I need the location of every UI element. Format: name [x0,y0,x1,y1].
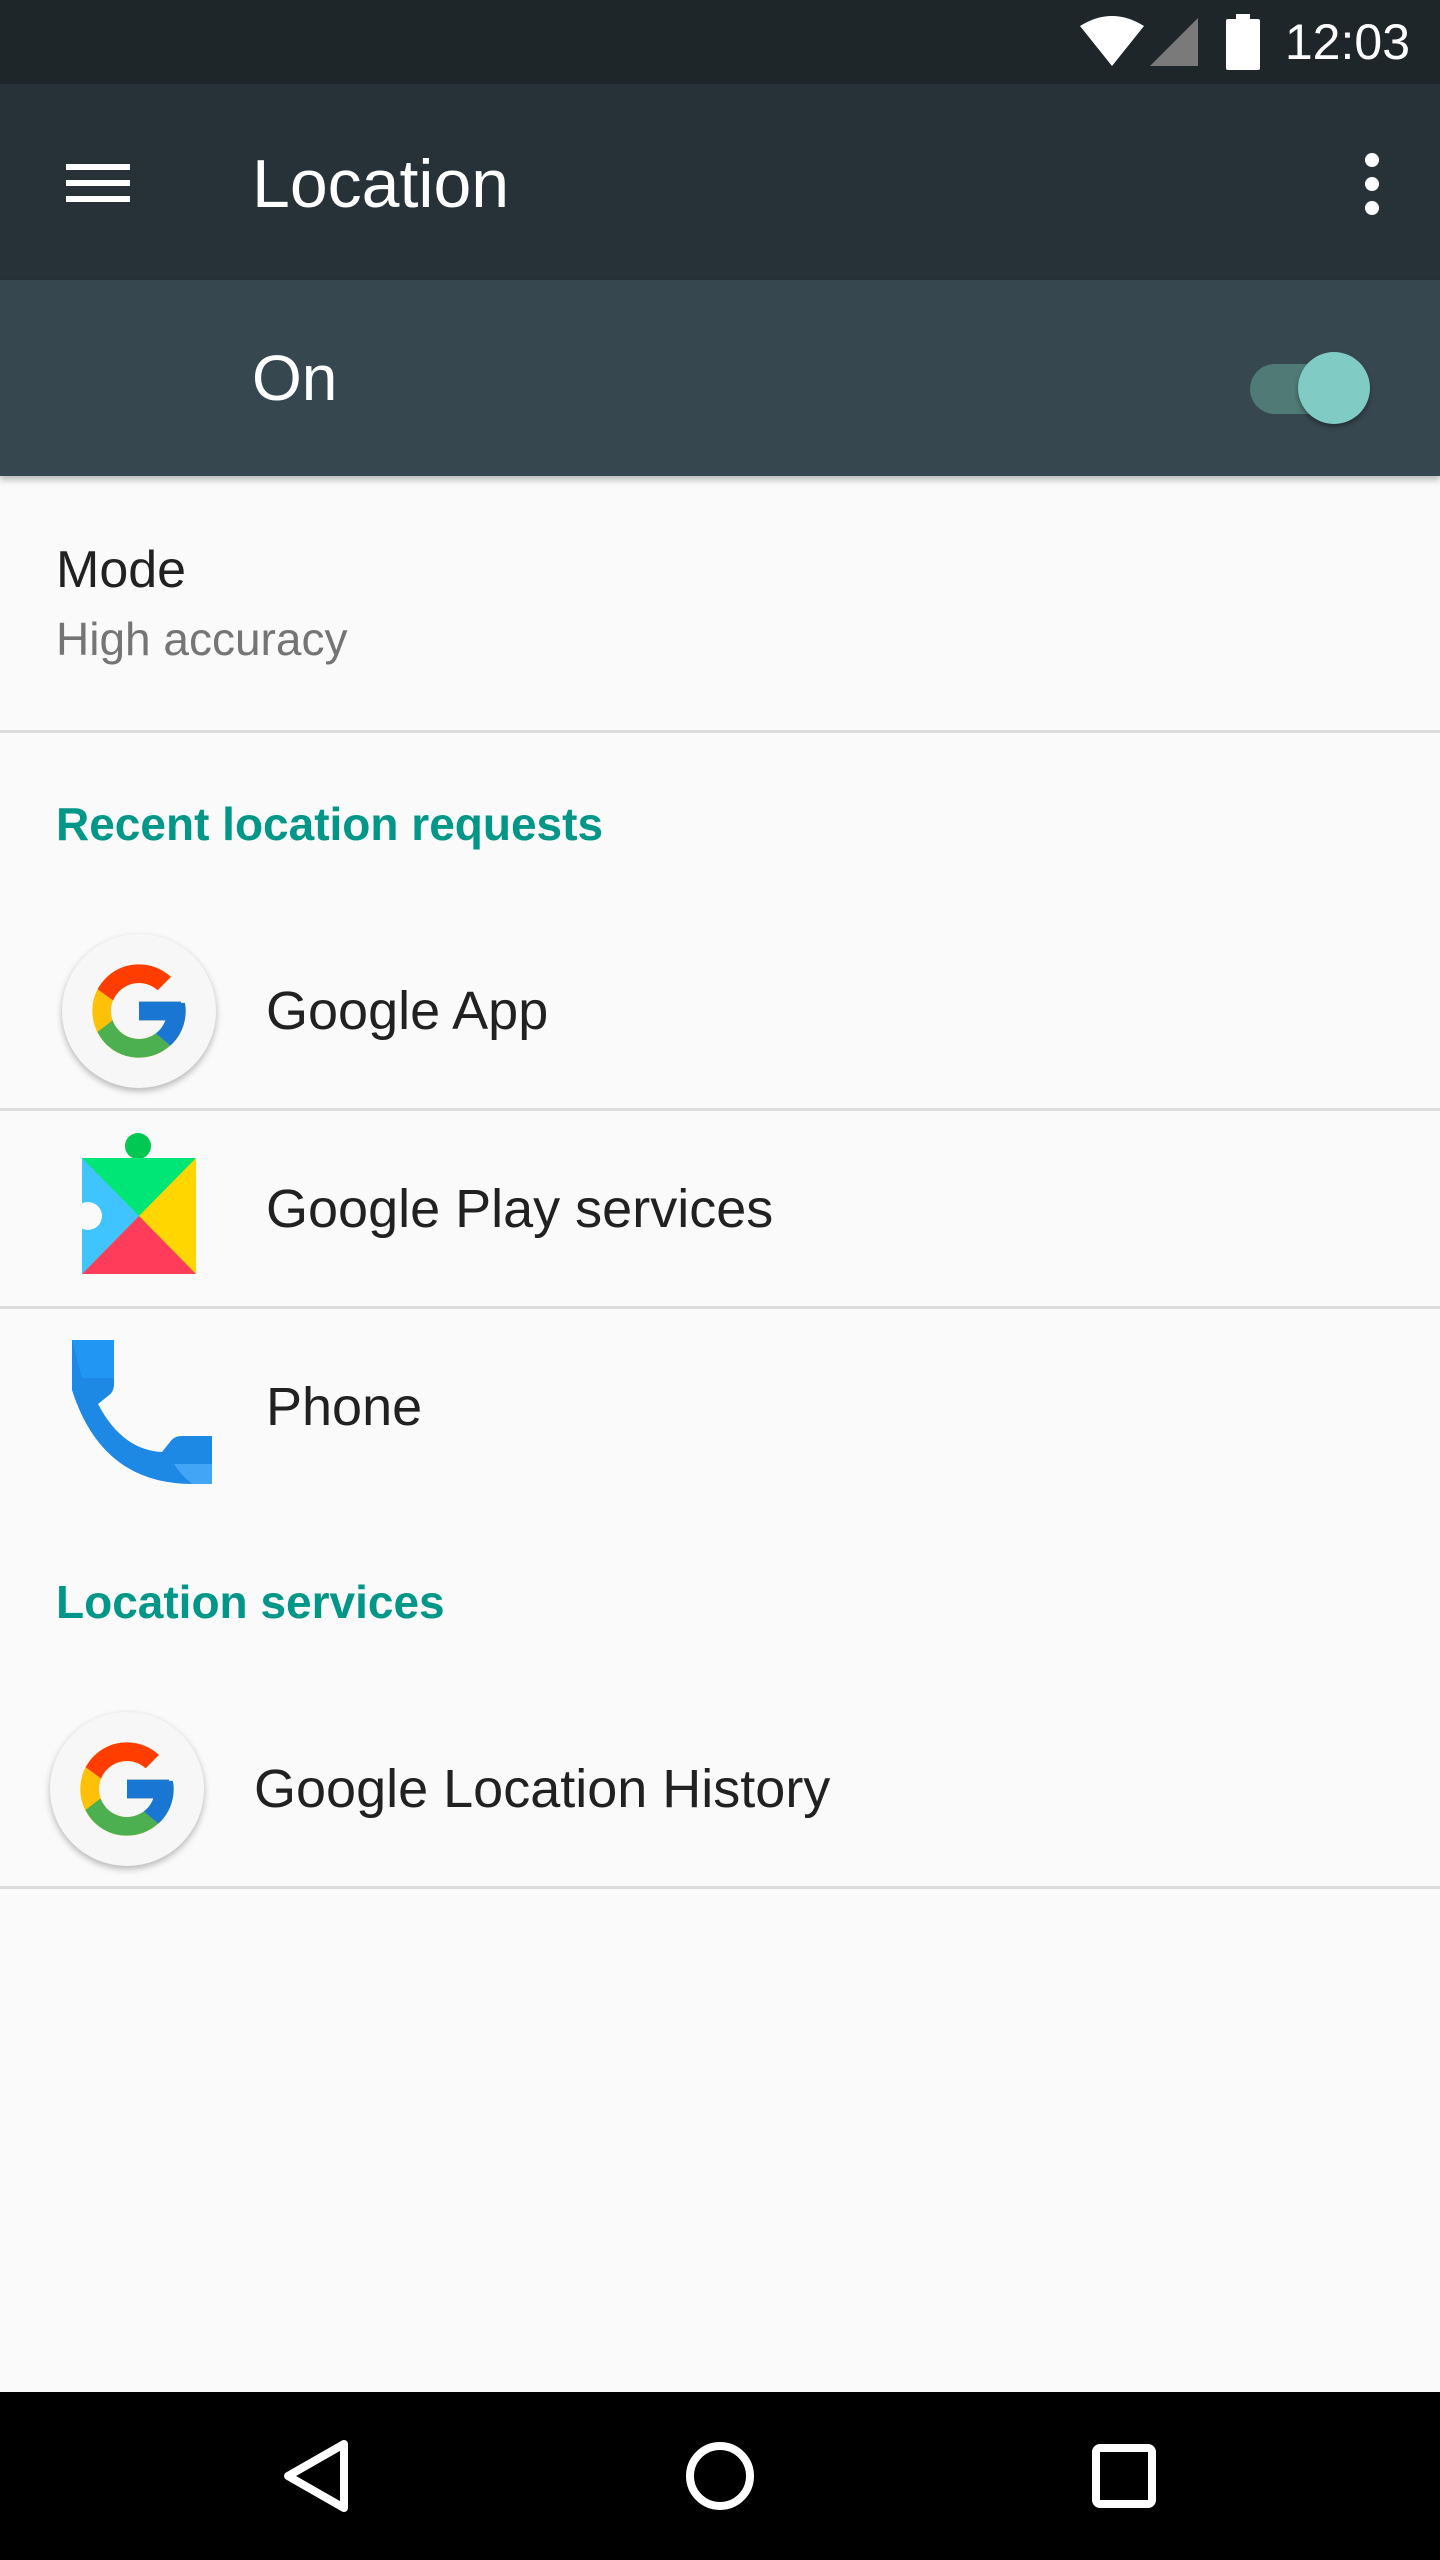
app-toolbar: Location [0,84,1440,280]
google-g-icon [50,1712,204,1866]
phone-icon [62,1334,218,1490]
google-g-icon [62,934,216,1088]
mode-setting-row[interactable]: Mode High accuracy [0,476,1440,732]
switch-thumb [1298,352,1370,424]
battery-icon [1226,14,1260,70]
status-bar: 12:03 [0,0,1440,84]
list-item-google-location-history[interactable]: Google Location History [0,1692,1440,1888]
page-title: Location [252,146,510,222]
app-label: Phone [266,1377,423,1437]
divider [0,1306,1440,1309]
wifi-icon [1080,16,1144,66]
divider [0,730,1440,733]
mode-title: Mode [56,541,187,599]
back-icon[interactable] [266,2426,366,2526]
location-master-switch-bar[interactable]: On [0,280,1440,476]
cell-signal-icon [1150,18,1198,66]
divider [0,1886,1440,1889]
app-label: Google Location History [254,1759,831,1819]
mode-value: High accuracy [56,613,348,665]
location-services-header: Location services [56,1576,445,1628]
list-item-phone[interactable]: Phone [0,1310,1440,1506]
switch-state-label: On [252,342,338,414]
location-settings-screen: 12:03 Location On Mode High accuracy Rec… [0,0,1440,2560]
system-navigation-bar [0,2392,1440,2560]
location-toggle-switch[interactable] [1250,342,1370,424]
clock-time: 12:03 [1284,14,1410,70]
home-icon[interactable] [670,2426,770,2526]
hamburger-menu-icon[interactable] [50,144,146,220]
list-item-google-app[interactable]: Google App [0,914,1440,1110]
list-item-google-play-services[interactable]: Google Play services [0,1112,1440,1308]
recent-requests-header: Recent location requests [56,798,604,850]
google-play-services-icon [74,1132,202,1282]
app-label: Google Play services [266,1179,774,1239]
more-vert-icon[interactable] [1344,144,1400,224]
divider [0,1108,1440,1111]
recents-icon[interactable] [1074,2426,1174,2526]
app-label: Google App [266,981,549,1041]
